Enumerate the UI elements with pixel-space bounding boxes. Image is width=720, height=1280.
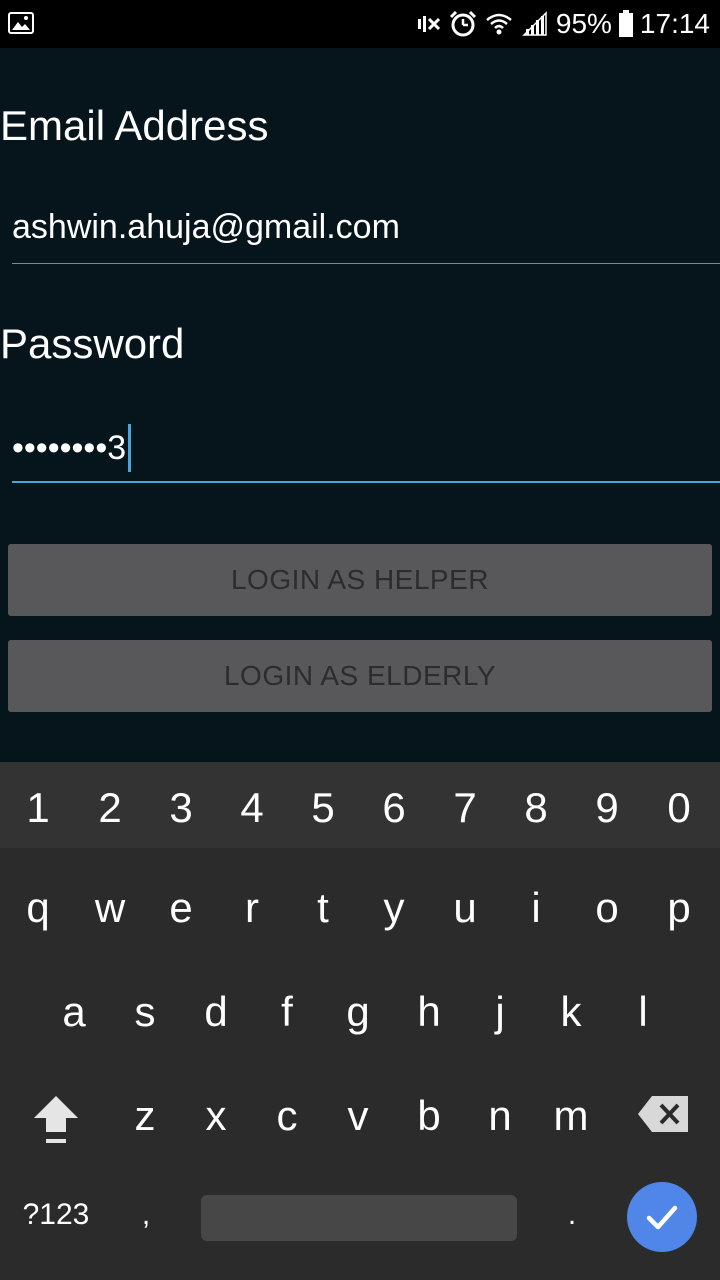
- login-as-helper-button[interactable]: LOGIN AS HELPER: [8, 544, 712, 616]
- key-4[interactable]: 4: [217, 784, 287, 832]
- key-w[interactable]: w: [75, 884, 145, 932]
- email-label: Email Address: [0, 102, 269, 149]
- key-3[interactable]: 3: [146, 784, 216, 832]
- number-row: 1 2 3 4 5 6 7 8 9 0: [0, 762, 720, 848]
- period-key[interactable]: .: [522, 1198, 622, 1232]
- wifi-icon: [486, 13, 512, 35]
- key-m[interactable]: m: [536, 1092, 606, 1140]
- key-j[interactable]: j: [465, 988, 535, 1036]
- spacebar[interactable]: [201, 1195, 517, 1241]
- backspace-icon[interactable]: [636, 1094, 690, 1134]
- clock: 17:14: [639, 8, 710, 39]
- key-v[interactable]: v: [323, 1092, 393, 1140]
- key-k[interactable]: k: [536, 988, 606, 1036]
- battery-icon: [618, 10, 633, 37]
- key-h[interactable]: h: [394, 988, 464, 1036]
- key-q[interactable]: q: [3, 884, 73, 932]
- key-f[interactable]: f: [252, 988, 322, 1036]
- password-text: ••••••••3: [12, 428, 127, 467]
- key-d[interactable]: d: [181, 988, 251, 1036]
- status-bar: 95% 17:14: [0, 0, 720, 48]
- key-c[interactable]: c: [252, 1092, 322, 1140]
- key-9[interactable]: 9: [572, 784, 642, 832]
- key-6[interactable]: 6: [359, 784, 429, 832]
- key-7[interactable]: 7: [430, 784, 500, 832]
- signal-icon: [522, 11, 547, 36]
- shift-icon[interactable]: [30, 1092, 82, 1146]
- symbols-key[interactable]: ?123: [6, 1198, 106, 1232]
- key-2[interactable]: 2: [75, 784, 145, 832]
- key-y[interactable]: y: [359, 884, 429, 932]
- mute-icon: [417, 16, 440, 32]
- done-button[interactable]: [627, 1182, 697, 1252]
- key-b[interactable]: b: [394, 1092, 464, 1140]
- checkmark-icon: [646, 1205, 678, 1230]
- login-screen: 95% 17:14 Email Address ashwin.ahuja@gma…: [0, 0, 720, 1280]
- text-cursor: [128, 424, 132, 472]
- key-8[interactable]: 8: [501, 784, 571, 832]
- comma-key[interactable]: ,: [96, 1198, 196, 1232]
- key-i[interactable]: i: [501, 884, 571, 932]
- email-underline: [12, 263, 720, 264]
- key-z[interactable]: z: [110, 1092, 180, 1140]
- key-u[interactable]: u: [430, 884, 500, 932]
- key-a[interactable]: a: [39, 988, 109, 1036]
- key-e[interactable]: e: [146, 884, 216, 932]
- key-o[interactable]: o: [572, 884, 642, 932]
- key-l[interactable]: l: [608, 988, 678, 1036]
- soft-keyboard: 1 2 3 4 5 6 7 8 9 0 q w e r t y u i o p …: [0, 762, 720, 1280]
- email-input[interactable]: ashwin.ahuja@gmail.com: [12, 208, 400, 247]
- login-as-elderly-button[interactable]: LOGIN AS ELDERLY: [8, 640, 712, 712]
- alarm-icon: [449, 10, 476, 37]
- key-1[interactable]: 1: [3, 784, 73, 832]
- password-underline: [12, 481, 720, 483]
- key-s[interactable]: s: [110, 988, 180, 1036]
- key-x[interactable]: x: [181, 1092, 251, 1140]
- image-icon: [8, 12, 34, 34]
- key-n[interactable]: n: [465, 1092, 535, 1140]
- password-input[interactable]: ••••••••3: [12, 424, 132, 472]
- battery-percent: 95%: [555, 8, 612, 39]
- key-r[interactable]: r: [217, 884, 287, 932]
- password-label: Password: [0, 320, 185, 367]
- key-t[interactable]: t: [288, 884, 358, 932]
- key-0[interactable]: 0: [644, 784, 714, 832]
- key-p[interactable]: p: [644, 884, 714, 932]
- key-g[interactable]: g: [323, 988, 393, 1036]
- key-5[interactable]: 5: [288, 784, 358, 832]
